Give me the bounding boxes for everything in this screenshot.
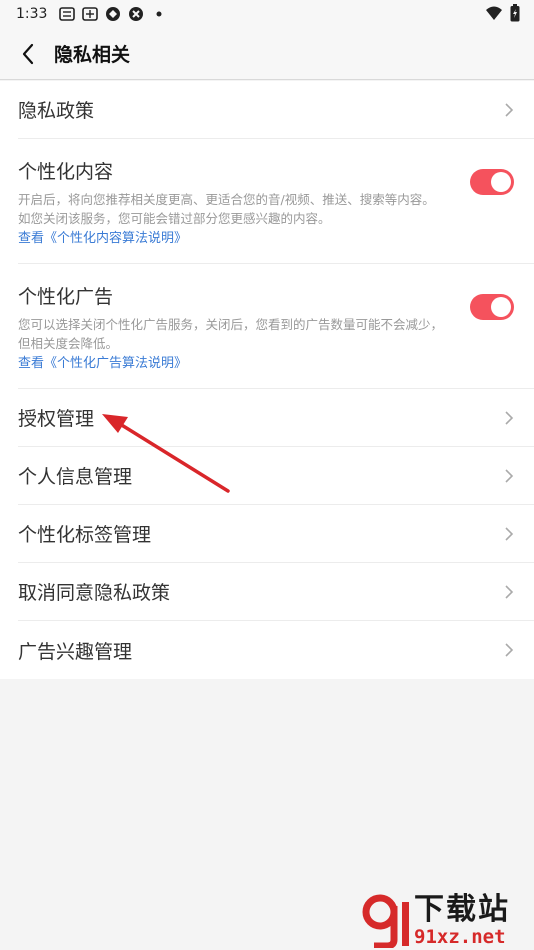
back-button[interactable] — [2, 28, 54, 80]
chevron-right-icon — [505, 102, 514, 117]
item-label: 个性化广告 — [18, 286, 114, 308]
notification-icon — [59, 7, 76, 21]
watermark-cn: 下载站 — [414, 892, 510, 927]
chevron-right-icon — [505, 643, 514, 657]
watermark-logo-icon — [362, 894, 409, 948]
status-time: 1:33 — [16, 6, 48, 22]
personalized-ads-item: 个性化广告 您可以选择关闭个性化广告服务，关闭后，您看到的广告数量可能不会减少，… — [18, 264, 534, 389]
chevron-right-icon — [505, 526, 514, 541]
notification-icon — [82, 7, 99, 21]
item-description: 开启后，将向您推荐相关度更高、更适合您的音/视频、推送、搜索等内容。如您关闭该服… — [18, 192, 435, 226]
chevron-right-icon — [505, 584, 514, 599]
watermark-url: 91xz.net — [414, 926, 506, 948]
chevron-right-icon — [505, 468, 514, 483]
item-label: 个性化内容 — [18, 161, 114, 183]
personalized-content-item: 个性化内容 开启后，将向您推荐相关度更高、更适合您的音/视频、推送、搜索等内容。… — [18, 139, 534, 264]
settings-list: 隐私政策 个性化内容 开启后，将向您推荐相关度更高、更适合您的音/视频、推送、搜… — [0, 81, 534, 679]
item-description: 您可以选择关闭个性化广告服务，关闭后，您看到的广告数量可能不会减少，但相关度会降… — [18, 317, 444, 351]
watermark-text: 下载站 91xz.net — [414, 892, 510, 949]
item-label: 个性化标签管理 — [18, 524, 152, 546]
app-icon — [105, 7, 121, 21]
item-label: 取消同意隐私政策 — [18, 582, 171, 604]
ads-algorithm-link[interactable]: 查看《个性化广告算法说明》 — [18, 354, 516, 374]
dot-icon — [151, 7, 167, 21]
toggle-knob — [491, 297, 511, 317]
privacy-policy-item[interactable]: 隐私政策 — [18, 81, 534, 139]
page-title: 隐私相关 — [54, 44, 131, 66]
toggle-knob — [491, 172, 511, 192]
personal-info-management-item[interactable]: 个人信息管理 — [18, 447, 534, 505]
personalized-tags-item[interactable]: 个性化标签管理 — [18, 505, 534, 563]
wifi-icon — [485, 5, 503, 21]
authorization-management-item[interactable]: 授权管理 — [18, 389, 534, 447]
item-label: 授权管理 — [18, 408, 95, 430]
item-label: 广告兴趣管理 — [18, 640, 133, 663]
status-bar: 1:33 — [0, 0, 534, 28]
app-icon — [128, 7, 144, 21]
item-label: 个人信息管理 — [18, 466, 133, 488]
chevron-left-icon — [22, 43, 34, 64]
app-header: 隐私相关 — [0, 28, 534, 80]
content-algorithm-link[interactable]: 查看《个性化内容算法说明》 — [18, 229, 516, 249]
item-label: 隐私政策 — [18, 100, 95, 122]
watermark: 下载站 91xz.net — [360, 888, 530, 948]
chevron-right-icon — [505, 410, 514, 425]
ad-interest-item[interactable]: 广告兴趣管理 — [18, 621, 534, 679]
battery-icon — [510, 4, 520, 22]
revoke-consent-item[interactable]: 取消同意隐私政策 — [18, 563, 534, 621]
personalized-ads-toggle[interactable] — [470, 294, 514, 320]
personalized-content-toggle[interactable] — [470, 169, 514, 195]
status-right-icons — [485, 4, 520, 22]
